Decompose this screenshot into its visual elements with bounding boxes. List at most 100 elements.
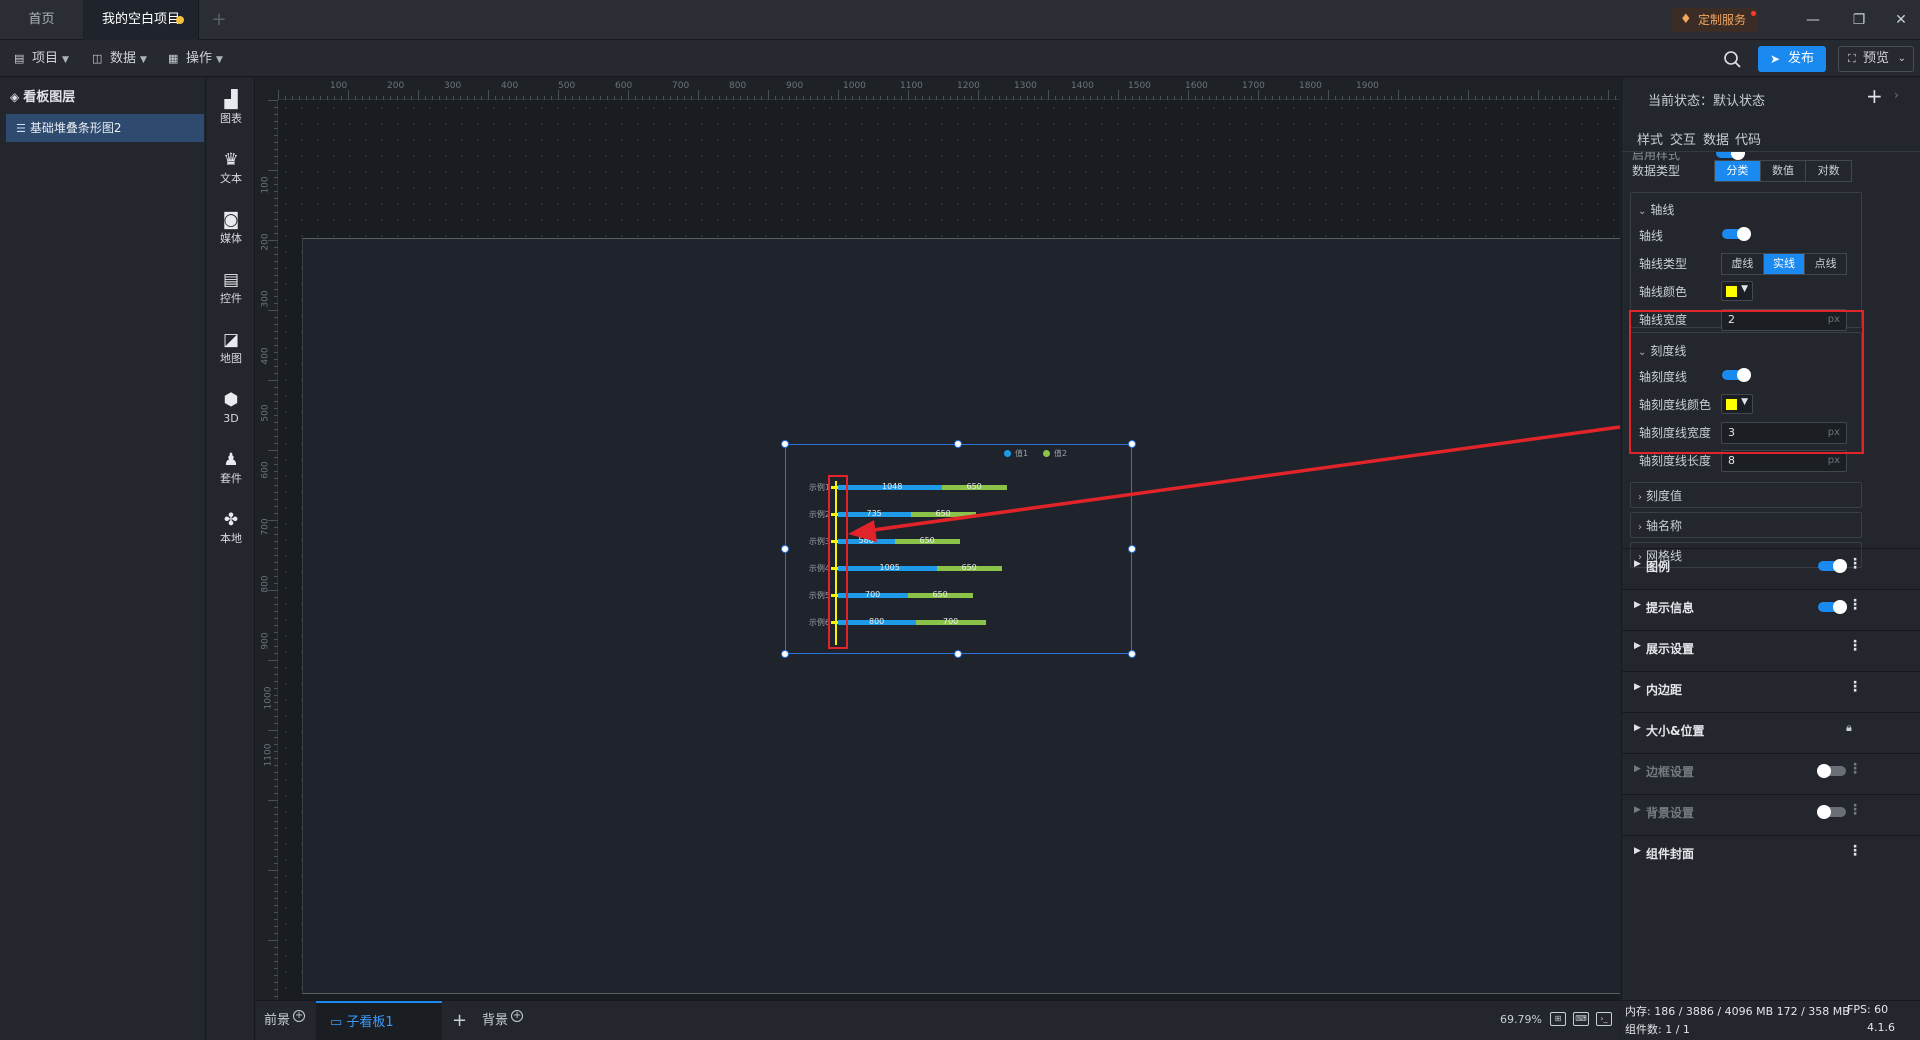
zoom-level[interactable]: 69.79% xyxy=(1500,1002,1542,1038)
section-row[interactable]: ▶ 大小&位置 🔒︎ xyxy=(1622,712,1920,745)
section-row[interactable]: ▶ 背景设置 ⋮ xyxy=(1622,794,1920,827)
dock-item-3d[interactable]: ⬢ 3D xyxy=(207,386,255,436)
axis-line-toggle[interactable] xyxy=(1722,227,1751,241)
section-row[interactable]: ▶ 内边距 ⋮ xyxy=(1622,671,1920,704)
more-icon[interactable]: ⋮ xyxy=(1848,556,1862,572)
tab-code[interactable]: 代码 xyxy=(1735,129,1761,148)
keyboard-icon[interactable]: ⌨ xyxy=(1573,1012,1589,1026)
ruler-tick xyxy=(1608,90,1609,100)
add-circle-icon[interactable]: + xyxy=(293,1010,306,1022)
resize-handle[interactable] xyxy=(1128,545,1136,553)
lock-icon[interactable]: 🔒︎ xyxy=(1846,721,1852,735)
title-bar: 首页 我的空白项目 + ♦ 定制服务 — ❐ ✕ xyxy=(0,0,1920,40)
project-menu[interactable]: ▤ 项目 ▼ xyxy=(14,40,69,77)
ruler-tick xyxy=(278,90,279,100)
resize-handle[interactable] xyxy=(1128,440,1136,448)
tick-length-value: 8 xyxy=(1728,454,1735,467)
add-board-button[interactable]: + xyxy=(452,1001,467,1040)
caret-right-icon: ▶ xyxy=(1634,723,1641,733)
more-icon[interactable]: ⋮ xyxy=(1848,843,1862,859)
tab-project[interactable]: 我的空白项目 xyxy=(84,0,199,40)
dock-item-media[interactable]: ◙ 媒体 xyxy=(207,206,255,256)
section-row[interactable]: ▶ 图例 ⋮ xyxy=(1622,548,1920,581)
close-button[interactable]: ✕ xyxy=(1878,0,1920,40)
ruler-label: 1200 xyxy=(957,81,980,91)
cut-off-toggle[interactable] xyxy=(1716,152,1745,160)
section-title: 背景设置 xyxy=(1646,806,1695,820)
section-toggle[interactable] xyxy=(1818,600,1847,614)
tick-value-header[interactable]: › 刻度值 xyxy=(1638,487,1682,504)
section-toggle[interactable] xyxy=(1817,805,1846,819)
operate-menu[interactable]: ▦ 操作 ▼ xyxy=(168,40,223,77)
more-icon[interactable]: ⋮ xyxy=(1848,679,1862,695)
section-row[interactable]: ▶ 边框设置 ⋮ xyxy=(1622,753,1920,786)
dock-item-kit[interactable]: ♟ 套件 xyxy=(207,446,255,496)
minimize-button[interactable]: — xyxy=(1790,0,1836,40)
axis-type-dotted[interactable]: 点线 xyxy=(1805,254,1846,274)
terminal-icon[interactable]: ›_ xyxy=(1596,1012,1612,1026)
ruler-tick xyxy=(268,800,278,801)
section-row[interactable]: ▶ 展示设置 ⋮ xyxy=(1622,630,1920,663)
custom-service-button[interactable]: ♦ 定制服务 xyxy=(1672,8,1758,32)
add-circle-icon[interactable]: + xyxy=(511,1010,524,1022)
resize-handle[interactable] xyxy=(954,440,962,448)
axis-type-dashed[interactable]: 虚线 xyxy=(1722,254,1764,274)
dock-item-chart[interactable]: ▟ 图表 xyxy=(207,86,255,136)
background-tab[interactable]: 背景 + xyxy=(482,1001,524,1040)
more-icon[interactable]: ⋮ xyxy=(1848,761,1862,777)
more-icon[interactable]: ⋮ xyxy=(1848,597,1862,613)
dock-item-control[interactable]: ▤ 控件 xyxy=(207,266,255,316)
section-title: 组件封面 xyxy=(1646,847,1695,861)
section-row[interactable]: ▶ 组件封面 ⋮ xyxy=(1622,835,1920,868)
more-icon[interactable]: ⋮ xyxy=(1848,802,1862,818)
preview-button[interactable]: ⛶ 预览 ⌄ xyxy=(1838,46,1914,72)
layers-title-label: 看板图层 xyxy=(23,90,76,105)
section-row[interactable]: ▶ 提示信息 ⋮ xyxy=(1622,589,1920,622)
axis-name-header[interactable]: › 轴名称 xyxy=(1638,517,1682,534)
vertical-ruler[interactable]: 100 200 300 400 500 600 700 800 900 1000 1100 xyxy=(256,100,278,1008)
axis-line-header[interactable]: ⌄ 轴线 xyxy=(1638,201,1674,218)
dock-item-label: 图表 xyxy=(220,112,242,125)
ruler-tick xyxy=(1258,90,1259,100)
data-type-category[interactable]: 分类 xyxy=(1715,161,1761,181)
chevron-down-icon: ⌄ xyxy=(1638,206,1647,217)
fit-screen-icon[interactable]: ⊞ xyxy=(1550,1012,1566,1026)
tab-home[interactable]: 首页 xyxy=(0,0,84,40)
sub-board-tab[interactable]: ▭ 子看板1 xyxy=(316,1001,442,1040)
resize-handle[interactable] xyxy=(954,650,962,658)
resize-handle[interactable] xyxy=(1128,650,1136,658)
dock-item-local[interactable]: ✤ 本地 xyxy=(207,506,255,556)
search-icon[interactable] xyxy=(1721,48,1743,70)
foreground-tab[interactable]: 前景 + xyxy=(264,1001,306,1040)
dock-item-text[interactable]: ♛ 文本 xyxy=(207,146,255,196)
gem-icon: ♦ xyxy=(1680,12,1692,27)
data-menu[interactable]: ◫ 数据 ▼ xyxy=(92,40,147,77)
tab-style[interactable]: 样式 xyxy=(1637,129,1663,148)
data-type-log[interactable]: 对数 xyxy=(1806,161,1851,181)
resize-handle[interactable] xyxy=(781,545,789,553)
data-type-selector[interactable]: 分类 数值 对数 xyxy=(1714,160,1852,182)
data-type-value[interactable]: 数值 xyxy=(1761,161,1807,181)
bar-value-label: 700 xyxy=(943,617,959,626)
ruler-label: 1400 xyxy=(1071,81,1094,91)
section-toggle[interactable] xyxy=(1818,559,1847,573)
section-toggle[interactable] xyxy=(1817,764,1846,778)
add-tab-button[interactable]: + xyxy=(206,0,232,40)
layer-item[interactable]: ☰ 基础堆叠条形图2 xyxy=(6,114,204,142)
tab-data[interactable]: 数据 xyxy=(1703,129,1729,148)
axis-type-solid[interactable]: 实线 xyxy=(1763,254,1806,274)
dock-item-label: 媒体 xyxy=(220,232,242,245)
tab-interaction[interactable]: 交互 xyxy=(1670,129,1696,148)
chevron-right-icon[interactable]: › xyxy=(1894,88,1899,102)
axis-color-picker[interactable]: ▼ xyxy=(1721,281,1753,301)
publish-button[interactable]: ➤ 发布 xyxy=(1758,46,1826,72)
horizontal-ruler[interactable]: 100 200 300 400 500 600 700 800 900 1000 1100 1200 1… xyxy=(278,78,1620,100)
axis-type-selector[interactable]: 虚线 实线 点线 xyxy=(1721,253,1847,275)
ruler-tick xyxy=(1468,90,1469,100)
resize-handle[interactable] xyxy=(781,650,789,658)
add-state-button[interactable]: + xyxy=(1866,84,1883,108)
more-icon[interactable]: ⋮ xyxy=(1848,638,1862,654)
dock-item-map[interactable]: ◪ 地图 xyxy=(207,326,255,376)
resize-handle[interactable] xyxy=(781,440,789,448)
restore-button[interactable]: ❐ xyxy=(1836,0,1882,40)
